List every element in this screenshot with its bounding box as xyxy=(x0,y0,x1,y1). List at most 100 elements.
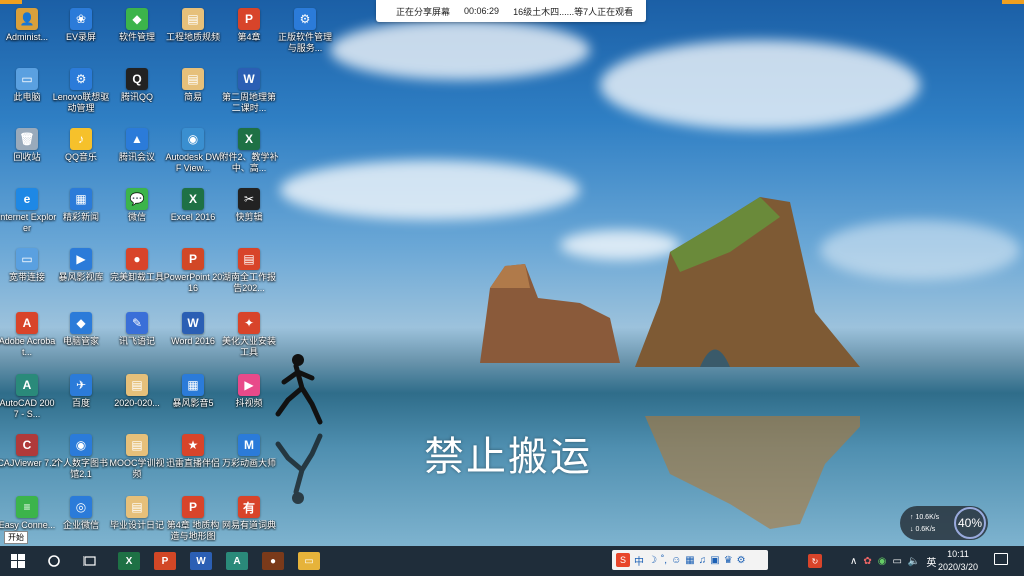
desktop-icon[interactable]: ▭ 此电脑 xyxy=(0,64,57,122)
desktop-icon-label: 企业微信 xyxy=(62,520,99,530)
notification-center-icon[interactable] xyxy=(994,553,1008,565)
task-view-button[interactable] xyxy=(72,546,108,576)
toolbox-icon[interactable]: ▣ xyxy=(710,555,719,566)
desktop-icon[interactable]: Q 腾讯QQ xyxy=(107,64,167,122)
app-icon: ▤ xyxy=(126,496,148,518)
desktop-icon-label: 讯飞语记 xyxy=(118,336,155,346)
desktop-icon[interactable]: ◎ 企业微信 xyxy=(51,492,111,550)
desktop-icon-label: Autodesk DWF View... xyxy=(165,152,221,173)
desktop-icon[interactable]: P 第4章 地质构造与地形图 xyxy=(163,492,223,550)
screen-share-bar[interactable]: 正在分享屏幕 00:06:29 16级土木四......等7人正在观看 xyxy=(376,0,646,22)
app-icon: Q xyxy=(126,68,148,90)
desktop-icon-label: 美化大业安装工具 xyxy=(221,336,276,357)
desktop-icon[interactable]: M 万彩动画大师 xyxy=(219,430,279,488)
desktop-icon-label: 微信 xyxy=(127,212,146,222)
desktop-icon[interactable]: ▤ 毕业设计日记 xyxy=(107,492,167,550)
desktop-icon[interactable]: ▤ MOOC学训视频 xyxy=(107,430,167,488)
share-viewers[interactable]: 16级土木四......等7人正在观看 xyxy=(513,5,633,18)
desktop-icon[interactable]: ✎ 讯飞语记 xyxy=(107,308,167,366)
desktop-icon-label: 暴风影音5 xyxy=(172,398,214,408)
ime-language-toggle[interactable]: 中 xyxy=(634,553,644,568)
tray-app-icon[interactable]: ↻ xyxy=(808,554,822,568)
security-icon[interactable]: ✿ xyxy=(863,556,871,567)
ime-toolbar[interactable]: S 中 ☽ ˚, ☺ ▦ ♫ ▣ ♛ ⚙ xyxy=(612,550,768,570)
desktop-icon[interactable]: ▤ 2020-020... xyxy=(107,370,167,428)
download-speed: ↓ 0.6K/s xyxy=(910,526,936,533)
desktop-icon[interactable]: 🗑 回收站 xyxy=(0,124,57,182)
desktop-icon[interactable]: ▤ 工程地质规频 xyxy=(163,4,223,62)
show-hidden-icons[interactable]: ∧ xyxy=(850,556,857,567)
desktop-icon[interactable]: 👤 Administ... xyxy=(0,4,57,62)
clock[interactable]: 10:11 2020/3/20 xyxy=(930,548,986,574)
desktop-icon[interactable]: P PowerPoint 2016 xyxy=(163,244,223,302)
desktop-icon[interactable]: 有网易有道词典 xyxy=(219,492,279,550)
desktop-icon[interactable]: ▤ 简易 xyxy=(163,64,223,122)
desktop-icon[interactable]: ★ 迅雷直播伴侣 xyxy=(163,430,223,488)
desktop-icon[interactable]: ♪ QQ音乐 xyxy=(51,124,111,182)
desktop-icon-label: 迅雷直播伴侣 xyxy=(165,458,220,468)
desktop-icon[interactable]: A Adobe Acrobat... xyxy=(0,308,57,366)
moon-icon[interactable]: ☽ xyxy=(648,555,657,566)
upload-speed: ↑ 10.6K/s xyxy=(910,514,940,521)
taskbar-app-game[interactable]: ● xyxy=(262,552,284,570)
desktop-icon[interactable]: ◉ 个人数字图书馆2.1 xyxy=(51,430,111,488)
emoji-icon[interactable]: ☺ xyxy=(671,555,681,566)
desktop-icon[interactable]: e Internet Explorer xyxy=(0,184,57,242)
taskbar-app-word[interactable]: W xyxy=(190,552,212,570)
keyboard-icon[interactable]: ▦ xyxy=(685,555,694,566)
desktop-icon[interactable]: A AutoCAD 2007 - S... xyxy=(0,370,57,428)
voice-icon[interactable]: ♫ xyxy=(699,555,707,566)
desktop-icon[interactable]: ▶ 抖视频 xyxy=(219,370,279,428)
desktop-icon[interactable]: X Excel 2016 xyxy=(163,184,223,242)
network-icon[interactable]: ▭ xyxy=(892,556,901,567)
desktop-icon[interactable]: C CAJViewer 7.2 xyxy=(0,430,57,488)
search-button[interactable] xyxy=(36,546,72,576)
desktop-icon[interactable]: ◆ 电脑管家 xyxy=(51,308,111,366)
desktop-icon[interactable]: W 第二周地理第二课时... xyxy=(219,64,279,122)
desktop-icon[interactable]: ⚙ Lenovo联想驱动管理 xyxy=(51,64,111,122)
desktop-icon-label: 完美卸载工具 xyxy=(109,272,164,282)
app-icon: P xyxy=(182,496,204,518)
desktop-icon[interactable]: ▤ 湖南全工作报告202... xyxy=(219,244,279,302)
desktop-icon[interactable]: ● 完美卸载工具 xyxy=(107,244,167,302)
desktop-icon[interactable]: ▭ 宽带连接 xyxy=(0,244,57,302)
start-button[interactable] xyxy=(0,546,36,576)
desktop-icon[interactable]: ▦ 精彩新闻 xyxy=(51,184,111,242)
settings-icon[interactable]: ⚙ xyxy=(737,555,746,566)
desktop-icon[interactable]: W Word 2016 xyxy=(163,308,223,366)
desktop-icon-label: Lenovo联想驱动管理 xyxy=(52,92,110,113)
desktop-icon[interactable]: ✂ 快剪辑 xyxy=(219,184,279,242)
skin-icon[interactable]: ♛ xyxy=(724,555,733,566)
shield-icon[interactable]: ◉ xyxy=(878,556,887,567)
app-icon: 💬 xyxy=(126,188,148,210)
desktop-icon[interactable]: ▶ 暴风影视库 xyxy=(51,244,111,302)
app-icon: ⚙ xyxy=(70,68,92,90)
volume-icon[interactable]: 🔈 xyxy=(908,556,920,567)
desktop-icon-label: 此电脑 xyxy=(13,92,41,102)
desktop-icon[interactable]: ◆ 软件管理 xyxy=(107,4,167,62)
desktop-icon[interactable]: 💬 微信 xyxy=(107,184,167,242)
desktop-icon[interactable]: ▦ 暴风影音5 xyxy=(163,370,223,428)
punctuation-icon[interactable]: ˚, xyxy=(661,555,667,566)
network-speed-widget[interactable]: ↑ 10.6K/s ↓ 0.6K/s 40% xyxy=(900,506,988,540)
desktop-icon[interactable]: ❀ EV录屏 xyxy=(51,4,111,62)
desktop-icon-label: 附件2、教学补中、高... xyxy=(219,152,279,173)
taskbar-app-explorer[interactable]: ▭ xyxy=(298,552,320,570)
desktop-icon[interactable]: P 第4章 xyxy=(219,4,279,62)
desktop-icon[interactable]: ✦ 美化大业安装工具 xyxy=(219,308,279,366)
desktop-icon[interactable]: ⚙ 正版软件管理与服务... xyxy=(275,4,335,62)
app-icon: ◉ xyxy=(182,128,204,150)
app-icon: ◎ xyxy=(70,496,92,518)
desktop-icon-label: 暴风影视库 xyxy=(58,272,104,282)
taskbar-app-excel[interactable]: X xyxy=(118,552,140,570)
desktop-icon[interactable]: ▲ 腾讯会议 xyxy=(107,124,167,182)
desktop-icon-label: EV录屏 xyxy=(65,32,96,42)
desktop-icon[interactable]: ✈ 百度 xyxy=(51,370,111,428)
taskbar-app-autocad[interactable]: A xyxy=(226,552,248,570)
desktop-icon-label: 百度 xyxy=(71,398,90,408)
taskbar-app-powerpoint[interactable]: P xyxy=(154,552,176,570)
desktop-icon-label: 万彩动画大师 xyxy=(221,458,276,468)
desktop-icon[interactable]: ◉ Autodesk DWF View... xyxy=(163,124,223,182)
desktop-icon[interactable]: X 附件2、教学补中、高... xyxy=(219,124,279,182)
desktop-icon-label: 工程地质规频 xyxy=(165,32,220,42)
